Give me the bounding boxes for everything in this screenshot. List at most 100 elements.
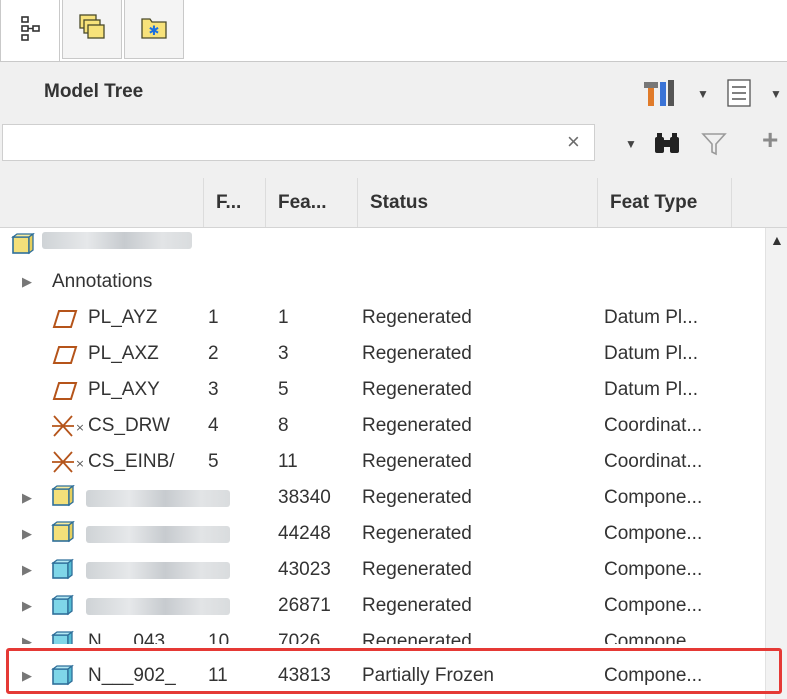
panel-header: Model Tree ▼ ▼: [0, 62, 787, 120]
assembly-icon: [50, 484, 76, 515]
expand-arrow-icon[interactable]: ▶: [22, 480, 32, 516]
column-header-feat-type[interactable]: Feat Type: [598, 178, 732, 227]
expand-arrow-icon[interactable]: ▶: [22, 624, 32, 644]
feature-id: 26871: [278, 595, 331, 616]
tab-model-tree[interactable]: [0, 0, 60, 62]
column-header-status[interactable]: Status: [358, 178, 598, 227]
feature-name: PL_AYZ: [88, 307, 158, 328]
feature-name: PL_AXZ: [88, 343, 159, 364]
list-dropdown-icon[interactable]: ▼: [770, 87, 782, 101]
feature-type: Datum Pl...: [604, 307, 698, 328]
tree-row[interactable]: ▶ N___043_ 10 7026 Regenerated Compone..…: [0, 624, 765, 644]
column-header-row: F... Fea... Status Feat Type: [0, 178, 787, 228]
add-icon[interactable]: +: [762, 124, 778, 156]
feature-id: 43023: [278, 559, 331, 580]
feature-id: 44248: [278, 523, 331, 544]
feature-number: 2: [208, 343, 219, 364]
part-icon: [50, 594, 76, 624]
column-header-feature-number[interactable]: F...: [204, 178, 266, 227]
feature-status: Regenerated: [362, 415, 472, 436]
feature-id: 7026: [278, 631, 321, 644]
assembly-icon: [10, 232, 36, 263]
tab-favorites[interactable]: ✱: [124, 0, 184, 59]
expand-arrow-icon[interactable]: ▶: [22, 516, 32, 552]
tree-root-row[interactable]: [0, 228, 765, 264]
coordinate-system-icon: ×: [50, 448, 86, 482]
search-row: × ▼ +: [0, 120, 787, 178]
svg-text:✱: ✱: [149, 24, 160, 39]
feature-status: Regenerated: [362, 559, 472, 580]
annotations-label: Annotations: [52, 271, 153, 292]
feature-status: Regenerated: [362, 595, 472, 616]
feature-type: Coordinat...: [604, 451, 703, 472]
tree-icon: [18, 14, 42, 49]
feature-name: CS_EINB/: [88, 451, 175, 472]
tools-dropdown-icon[interactable]: ▼: [697, 87, 709, 101]
feature-id: 3: [278, 343, 289, 364]
expand-arrow-icon[interactable]: ▶: [22, 552, 32, 588]
highlight-box: [6, 648, 782, 694]
coordinate-system-icon: ×: [50, 412, 86, 446]
expand-arrow-icon[interactable]: ▶: [22, 588, 32, 624]
feature-status: Regenerated: [362, 343, 472, 364]
tools-icon[interactable]: [642, 78, 680, 113]
datum-plane-icon: [52, 344, 78, 372]
tree-row[interactable]: ▶ 43023 Regenerated Compone...: [0, 552, 765, 588]
feature-number: 3: [208, 379, 219, 400]
search-dropdown-icon[interactable]: ▼: [625, 137, 637, 151]
star-folder-icon: ✱: [139, 13, 169, 46]
tree-row[interactable]: ▶ 38340 Regenerated Compone...: [0, 480, 765, 516]
tree-row[interactable]: PL_AYZ 1 1 Regenerated Datum Pl...: [0, 300, 765, 336]
tree-row[interactable]: ▶ 26871 Regenerated Compone...: [0, 588, 765, 624]
redacted-component-name: [86, 562, 230, 579]
feature-id: 1: [278, 307, 289, 328]
vertical-scrollbar[interactable]: ▲: [765, 228, 787, 699]
binoculars-icon[interactable]: [652, 131, 684, 162]
tree-row[interactable]: ▶ 44248 Regenerated Compone...: [0, 516, 765, 552]
feature-id: 11: [278, 451, 298, 472]
feature-id: 5: [278, 379, 289, 400]
svg-text:×: ×: [75, 457, 84, 470]
tree-row[interactable]: × CS_DRW 4 8 Regenerated Coordinat...: [0, 408, 765, 444]
feature-number: 10: [208, 631, 230, 644]
panel-title: Model Tree: [44, 81, 144, 102]
feature-type: Datum Pl...: [604, 343, 698, 364]
redacted-component-name: [86, 490, 230, 507]
feature-id: 8: [278, 415, 289, 436]
feature-type: Coordinat...: [604, 415, 703, 436]
datum-plane-icon: [52, 380, 78, 408]
part-icon: [50, 558, 76, 588]
tree-row[interactable]: × CS_EINB/ 5 11 Regenerated Coordinat...: [0, 444, 765, 480]
column-header-name[interactable]: [0, 178, 204, 227]
feature-number: 1: [208, 307, 219, 328]
filter-icon[interactable]: [700, 131, 728, 162]
feature-type: Compone...: [604, 487, 703, 508]
feature-number: 4: [208, 415, 219, 436]
column-header-feature-id[interactable]: Fea...: [266, 178, 358, 227]
feature-type: Compone...: [604, 523, 703, 544]
feature-status: Regenerated: [362, 451, 472, 472]
model-tree: ▶ Annotations PL_AYZ 1 1 Regenerated Dat…: [0, 228, 765, 699]
expand-arrow-icon[interactable]: ▶: [22, 264, 32, 300]
tree-annotations-row[interactable]: ▶ Annotations: [0, 264, 765, 300]
list-icon[interactable]: [725, 78, 755, 113]
scroll-up-icon[interactable]: ▲: [770, 232, 784, 248]
redacted-root-name: [42, 232, 192, 249]
feature-name: N___043_: [88, 631, 176, 644]
search-input[interactable]: [2, 124, 595, 161]
tab-folder-browser[interactable]: [62, 0, 122, 59]
svg-text:×: ×: [75, 421, 84, 434]
feature-status: Regenerated: [362, 631, 472, 644]
redacted-component-name: [86, 526, 230, 543]
feature-status: Regenerated: [362, 487, 472, 508]
feature-type: Compone...: [604, 559, 703, 580]
clear-search-icon[interactable]: ×: [567, 129, 580, 155]
folders-icon: [77, 12, 107, 47]
feature-type: Compone...: [604, 631, 703, 644]
feature-status: Regenerated: [362, 523, 472, 544]
tree-row[interactable]: PL_AXZ 2 3 Regenerated Datum Pl...: [0, 336, 765, 372]
tree-row[interactable]: PL_AXY 3 5 Regenerated Datum Pl...: [0, 372, 765, 408]
feature-number: 5: [208, 451, 219, 472]
feature-id: 38340: [278, 487, 331, 508]
feature-status: Regenerated: [362, 307, 472, 328]
